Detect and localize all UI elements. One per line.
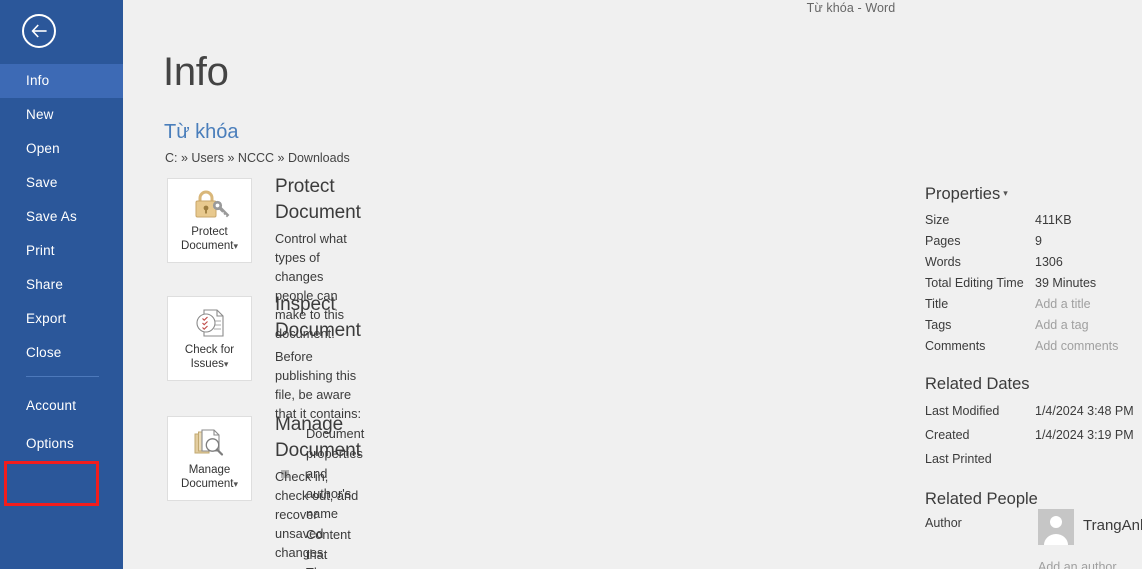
sidebar-item-label: New bbox=[26, 107, 54, 122]
chevron-down-icon[interactable]: ▾ bbox=[233, 241, 238, 251]
person-avatar-icon bbox=[1038, 509, 1074, 545]
manage-document-button[interactable]: Manage Document▾ bbox=[167, 416, 252, 501]
check-for-issues-button[interactable]: Check for Issues▾ bbox=[167, 296, 252, 381]
chevron-down-icon[interactable]: ▾ bbox=[233, 479, 238, 489]
check-issues-caption-line1: Check for bbox=[184, 344, 235, 356]
backstage-nav: Info New Open Save Save As Print Share E… bbox=[0, 64, 123, 461]
manage-documents-icon bbox=[192, 425, 228, 461]
sidebar-item-account[interactable]: Account bbox=[0, 389, 123, 423]
property-value: 39 Minutes bbox=[1035, 276, 1097, 290]
options-highlight-annotation bbox=[4, 461, 99, 506]
comments-field[interactable]: Add comments bbox=[1035, 339, 1118, 353]
document-inspect-icon bbox=[193, 305, 227, 341]
property-key: Size bbox=[925, 213, 950, 227]
table-row[interactable]: Tags Add a tag bbox=[925, 318, 1142, 332]
property-value: 411KB bbox=[1035, 213, 1072, 227]
sidebar-item-label: Account bbox=[26, 398, 77, 413]
unsaved-changes-text: There are no unsaved changes. bbox=[306, 563, 361, 569]
inspect-document-heading: Inspect Document bbox=[275, 294, 361, 341]
table-row: Last Printed bbox=[925, 452, 1142, 466]
manage-button-caption-line2: Document bbox=[181, 478, 234, 490]
date-key: Last Printed bbox=[925, 452, 992, 466]
table-row: Size 411KB bbox=[925, 213, 1142, 227]
sidebar-item-export[interactable]: Export bbox=[0, 302, 123, 336]
sidebar-item-label: Save As bbox=[26, 209, 77, 224]
author-label: Author bbox=[925, 516, 962, 530]
sidebar-item-save-as[interactable]: Save As bbox=[0, 200, 123, 234]
property-key: Pages bbox=[925, 234, 961, 248]
property-value: 9 bbox=[1035, 234, 1042, 248]
protect-document-button[interactable]: Protect Document▾ bbox=[167, 178, 252, 263]
sidebar-item-share[interactable]: Share bbox=[0, 268, 123, 302]
unsaved-changes-status: There are no unsaved changes. bbox=[275, 563, 361, 569]
table-row[interactable]: Title Add a title bbox=[925, 297, 1142, 311]
breadcrumb: C: » Users » NCCC » Downloads bbox=[165, 151, 350, 165]
word-backstage-info-screen: Từ khóa - Word Info New Open Save Save A… bbox=[0, 0, 1142, 569]
sidebar-item-close[interactable]: Close bbox=[0, 336, 123, 370]
sidebar-item-label: Options bbox=[26, 436, 74, 451]
date-value: 1/4/2024 3:48 PM bbox=[1035, 404, 1134, 418]
chevron-down-icon[interactable]: ▾ bbox=[1003, 188, 1008, 198]
sidebar-item-label: Export bbox=[26, 311, 67, 326]
property-key: Words bbox=[925, 255, 961, 269]
author-name: TrangAnh LapTop bbox=[1083, 517, 1142, 534]
properties-heading-label: Properties bbox=[925, 185, 1001, 203]
manage-document-description: Check in, check out, and recover unsaved… bbox=[275, 469, 359, 560]
sidebar-item-new[interactable]: New bbox=[0, 98, 123, 132]
backstage-content: Info Từ khóa C: » Users » NCCC » Downloa… bbox=[123, 0, 1142, 569]
related-people-heading: Related People bbox=[925, 490, 1038, 508]
table-row: Last Modified 1/4/2024 3:48 PM bbox=[925, 404, 1142, 418]
sidebar-item-label: Share bbox=[26, 277, 64, 292]
chevron-down-icon[interactable]: ▾ bbox=[224, 359, 229, 369]
table-row[interactable]: Comments Add comments bbox=[925, 339, 1142, 353]
tags-field[interactable]: Add a tag bbox=[1035, 318, 1089, 332]
manage-document-heading: Manage Document bbox=[275, 414, 361, 461]
add-author-field[interactable]: Add an author bbox=[1038, 560, 1117, 569]
sidebar-item-save[interactable]: Save bbox=[0, 166, 123, 200]
back-arrow-icon[interactable] bbox=[22, 14, 56, 48]
related-dates-heading: Related Dates bbox=[925, 375, 1030, 393]
table-row: Created 1/4/2024 3:19 PM bbox=[925, 428, 1142, 442]
sidebar-item-label: Save bbox=[26, 175, 58, 190]
sidebar-item-open[interactable]: Open bbox=[0, 132, 123, 166]
sidebar-item-print[interactable]: Print bbox=[0, 234, 123, 268]
sidebar-item-options[interactable]: Options bbox=[0, 427, 123, 461]
table-row: Total Editing Time 39 Minutes bbox=[925, 276, 1142, 290]
property-key: Tags bbox=[925, 318, 952, 332]
manage-button-caption-line1: Manage bbox=[188, 464, 231, 476]
property-key: Comments bbox=[925, 339, 986, 353]
sidebar-divider bbox=[26, 376, 99, 377]
page-title: Info bbox=[163, 50, 229, 94]
backstage-sidebar: Info New Open Save Save As Print Share E… bbox=[0, 0, 123, 569]
date-key: Last Modified bbox=[925, 404, 1000, 418]
property-key: Total Editing Time bbox=[925, 276, 1024, 290]
protect-button-caption-line2: Document bbox=[181, 240, 234, 252]
sidebar-item-label: Info bbox=[26, 73, 50, 88]
date-value: 1/4/2024 3:19 PM bbox=[1035, 428, 1134, 442]
table-row: Words 1306 bbox=[925, 255, 1142, 269]
padlock-key-icon bbox=[190, 187, 230, 223]
date-key: Created bbox=[925, 428, 970, 442]
property-key: Title bbox=[925, 297, 949, 311]
sidebar-item-label: Close bbox=[26, 345, 62, 360]
property-value: 1306 bbox=[1035, 255, 1063, 269]
table-row: Pages 9 bbox=[925, 234, 1142, 248]
title-field[interactable]: Add a title bbox=[1035, 297, 1091, 311]
document-name: Từ khóa bbox=[164, 121, 239, 143]
check-issues-caption-line2: Issues bbox=[190, 358, 224, 370]
protect-document-heading: Protect Document bbox=[275, 176, 361, 223]
sidebar-item-label: Open bbox=[26, 141, 60, 156]
protect-button-caption-line1: Protect bbox=[191, 226, 228, 238]
sidebar-item-label: Print bbox=[26, 243, 55, 258]
properties-heading[interactable]: Properties ▾ bbox=[925, 185, 1008, 204]
sidebar-item-info[interactable]: Info bbox=[0, 64, 123, 98]
